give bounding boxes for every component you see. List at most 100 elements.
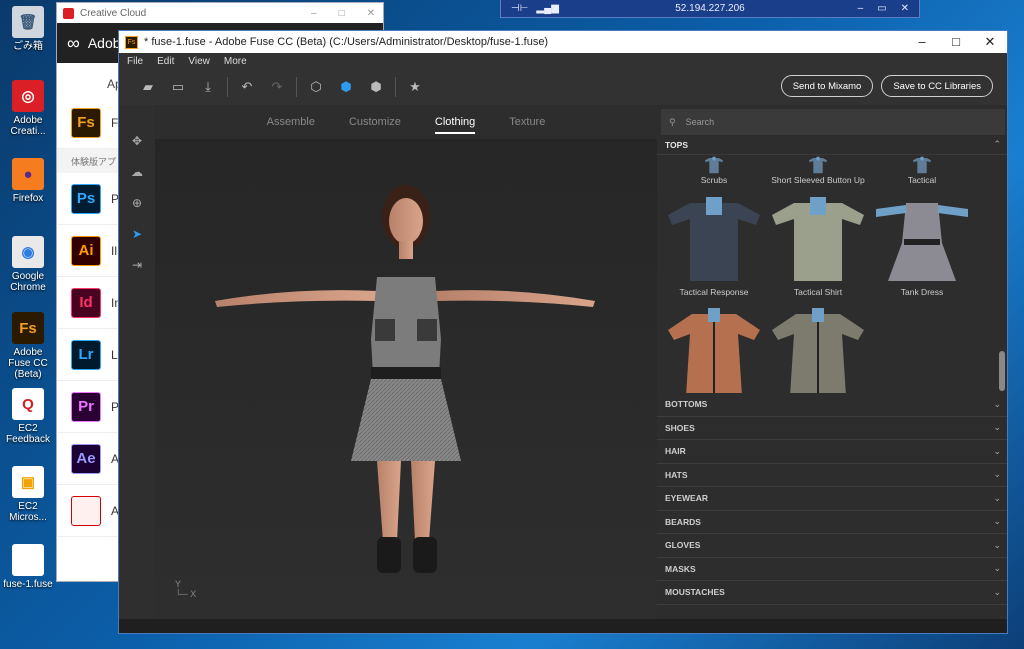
new-file-icon[interactable]: ▰ (133, 75, 163, 99)
target-tool-icon[interactable]: ⊕ (119, 187, 155, 218)
category-hats[interactable]: HATS ⌄ (657, 464, 1007, 487)
desktop-shortcut[interactable]: 🗑 ごみ箱 (2, 6, 54, 52)
wireframe-cube-icon[interactable]: ⬡ (301, 75, 331, 99)
clothing-thumbnail (871, 155, 973, 175)
clothing-item[interactable]: Short Sleeved Button Up (767, 155, 869, 191)
desktop-shortcut[interactable]: ◎ Adobe Creati... (2, 80, 54, 137)
desktop-shortcut[interactable]: fuse-1.fuse (2, 544, 54, 590)
desktop-shortcut[interactable]: Q EC2 Feedback (2, 388, 54, 445)
category-tops[interactable]: TOPS ⌃ (657, 135, 1007, 155)
category-gloves[interactable]: GLOVES ⌄ (657, 534, 1007, 558)
desktop-shortcut[interactable]: Fs Adobe Fuse CC (Beta) (2, 312, 54, 380)
category-label: GLOVES (665, 540, 701, 551)
save-to-cc-libraries-button[interactable]: Save to CC Libraries (881, 75, 993, 97)
move-tool-icon[interactable]: ✥ (119, 125, 155, 156)
category-hair[interactable]: HAIR ⌄ (657, 440, 1007, 464)
clothing-item[interactable]: Tactical (871, 155, 973, 191)
ec2-icon: ▣ (12, 466, 44, 498)
tab-texture[interactable]: Texture (509, 116, 545, 128)
clothing-item[interactable]: Scrubs (663, 155, 765, 191)
desktop-shortcut-label: Adobe Fuse CC (Beta) (8, 347, 48, 380)
desktop-shortcut[interactable]: ● Firefox (2, 158, 54, 204)
remote-desktop-bar[interactable]: ⊣⊢ ▂▄▆ 52.194.227.206 – ▭ ✕ (500, 0, 920, 18)
export-tool-icon[interactable]: ⇥ (119, 249, 155, 280)
cc-app-name: Il (111, 243, 117, 258)
clothing-item[interactable] (663, 304, 765, 393)
orbit-tool-icon[interactable]: ☁ (119, 156, 155, 187)
star-icon[interactable]: ★ (400, 75, 430, 99)
clothing-item-label: Short Sleeved Button Up (771, 175, 865, 185)
search-input[interactable]: Search (686, 117, 715, 127)
cc-titlebar[interactable]: Creative Cloud – □ ✕ (57, 3, 383, 23)
clothing-thumbnail (871, 191, 973, 287)
app-tile-icon: Lr (71, 339, 101, 370)
select-tool-icon[interactable]: ➤ (119, 218, 155, 249)
app-tile-icon: Ae (71, 443, 101, 474)
desktop-shortcut-label: Adobe Creati... (10, 115, 46, 137)
file-icon (12, 544, 44, 576)
redo-icon[interactable]: ↷ (262, 75, 292, 99)
cc-maximize-icon[interactable]: □ (339, 8, 345, 19)
fuse-window[interactable]: Fs * fuse-1.fuse - Adobe Fuse CC (Beta) … (118, 30, 1008, 634)
textured-cube-icon[interactable]: ⬢ (361, 75, 391, 99)
chevron-down-icon: ⌄ (993, 563, 1001, 574)
undo-icon[interactable]: ↶ (232, 75, 262, 99)
menu-view[interactable]: View (188, 56, 210, 67)
rdp-close-icon[interactable]: ✕ (901, 3, 909, 14)
category-masks[interactable]: MASKS ⌄ (657, 558, 1007, 581)
search-box[interactable]: ⚲ Search (661, 109, 1005, 135)
category-label: EYEWEAR (665, 493, 708, 504)
tab-assemble[interactable]: Assemble (267, 116, 315, 128)
category-moustaches[interactable]: MOUSTACHES ⌄ (657, 581, 1007, 605)
maximize-icon[interactable]: □ (939, 34, 973, 50)
close-icon[interactable]: ✕ (973, 34, 1007, 50)
category-beards[interactable]: BEARDS ⌄ (657, 511, 1007, 534)
category-shoes[interactable]: SHOES ⌄ (657, 417, 1007, 440)
cc-minimize-icon[interactable]: – (311, 8, 317, 19)
clothing-item[interactable] (767, 304, 869, 393)
solid-cube-icon[interactable]: ⬢ (331, 75, 361, 99)
adobe-fuse-icon: Fs (12, 312, 44, 344)
menu-file[interactable]: File (127, 56, 143, 67)
minimize-icon[interactable]: – (905, 34, 939, 50)
category-bottoms[interactable]: BOTTOMS ⌄ (657, 393, 1007, 417)
desktop-shortcut-label: EC2 Micros... (9, 501, 47, 523)
clothing-item[interactable]: Tactical Response (663, 191, 765, 304)
category-label: SHOES (665, 422, 695, 433)
chevron-down-icon: ⌄ (993, 516, 1001, 527)
pin-icon[interactable]: ⊣⊢ (511, 3, 528, 14)
chevron-up-icon: ⌃ (993, 139, 1001, 149)
clothing-item[interactable]: Tank Dress (871, 191, 973, 304)
chevron-down-icon: ⌄ (993, 445, 1001, 456)
send-to-mixamo-button[interactable]: Send to Mixamo (780, 75, 874, 97)
clothing-item-label: Tactical Response (679, 287, 749, 297)
tab-customize[interactable]: Customize (349, 116, 401, 128)
fuse-titlebar[interactable]: Fs * fuse-1.fuse - Adobe Fuse CC (Beta) … (119, 31, 1007, 53)
app-tile-icon: Pr (71, 391, 101, 422)
desktop-shortcut[interactable]: ◉ Google Chrome (2, 236, 54, 293)
menu-more[interactable]: More (224, 56, 247, 67)
tab-clothing[interactable]: Clothing (434, 116, 476, 134)
clothing-thumbnail (767, 304, 869, 393)
app-tile-icon: Ps (71, 183, 101, 214)
app-tile-icon: Fs (71, 107, 101, 138)
menu-edit[interactable]: Edit (157, 56, 174, 67)
open-folder-icon[interactable]: ▭ (163, 75, 193, 99)
category-label: MASKS (665, 563, 696, 574)
chevron-down-icon: ⌄ (993, 422, 1001, 433)
chrome-icon: ◉ (12, 236, 44, 268)
save-icon[interactable]: ⤓ (193, 75, 223, 99)
category-eyewear[interactable]: EYEWEAR ⌄ (657, 487, 1007, 511)
clothing-thumbnail (767, 155, 869, 175)
axis-x-label: X (190, 589, 197, 599)
desktop-shortcut[interactable]: ▣ EC2 Micros... (2, 466, 54, 523)
axis-indicator: Y └─ X (175, 579, 197, 599)
character-model[interactable] (155, 139, 657, 599)
clothing-item[interactable]: Tactical Shirt (767, 191, 869, 304)
rdp-minimize-icon[interactable]: – (858, 3, 864, 14)
3d-viewport[interactable]: Assemble Customize Clothing Texture Y └─… (155, 105, 657, 619)
category-label: HATS (665, 469, 688, 480)
panel-scrollbar[interactable] (999, 351, 1005, 391)
rdp-restore-icon[interactable]: ▭ (877, 3, 886, 14)
cc-close-icon[interactable]: ✕ (367, 8, 375, 19)
